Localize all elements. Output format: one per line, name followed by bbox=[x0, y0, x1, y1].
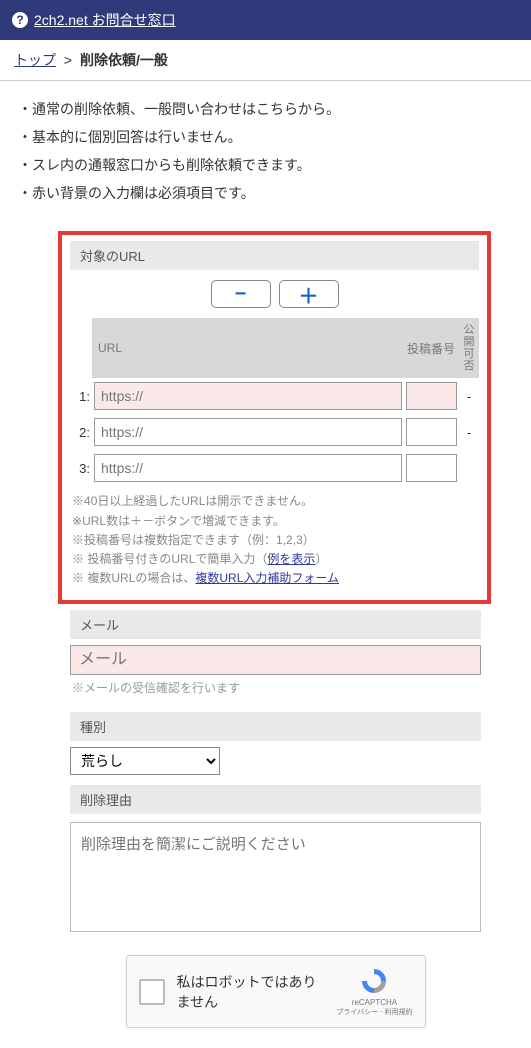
breadcrumb-current: 削除依頼/一般 bbox=[80, 52, 168, 68]
notice-item: 赤い背景の入力欄は必須項目です。 bbox=[18, 179, 513, 207]
section-label-type: 種別 bbox=[70, 712, 481, 741]
recaptcha-checkbox[interactable] bbox=[139, 979, 165, 1005]
url-input[interactable] bbox=[94, 418, 402, 446]
multi-url-helper-link[interactable]: 複数URL入力補助フォーム bbox=[195, 571, 339, 585]
table-row: 1: - bbox=[70, 378, 479, 414]
email-field[interactable] bbox=[70, 645, 481, 675]
col-postno: 投稿番号 bbox=[404, 318, 459, 378]
disclose-cell: - bbox=[459, 378, 479, 414]
hint-item: URL数は＋－ボタンで増減できます。 bbox=[72, 512, 477, 531]
row-index: 3: bbox=[70, 450, 92, 486]
mail-note: メールの受信確認を行います bbox=[70, 675, 481, 706]
postno-input[interactable] bbox=[406, 382, 457, 410]
disclose-cell: - bbox=[459, 414, 479, 450]
section-label-url: 対象のURL bbox=[70, 241, 479, 270]
disclose-cell bbox=[459, 450, 479, 486]
required-highlight-box: 対象のURL − ＋ URL 投稿番号 公開可否 1: - bbox=[58, 231, 491, 604]
url-table: URL 投稿番号 公開可否 1: - 2: - bbox=[70, 318, 479, 486]
row-index: 1: bbox=[70, 378, 92, 414]
recaptcha-icon bbox=[359, 966, 389, 996]
header-bar: ? 2ch2.net お問合せ窓口 bbox=[0, 0, 531, 40]
postno-input[interactable] bbox=[406, 418, 457, 446]
hint-item: 複数URLの場合は、複数URL入力補助フォーム bbox=[72, 569, 477, 588]
breadcrumb-sep: > bbox=[64, 52, 72, 68]
url-hints: 40日以上経過したURLは開示できません。 URL数は＋－ボタンで増減できます。… bbox=[70, 486, 479, 588]
hint-item: 40日以上経過したURLは開示できません。 bbox=[72, 492, 477, 511]
breadcrumb: トップ > 削除依頼/一般 bbox=[0, 40, 531, 81]
hint-item: 投稿番号付きのURLで簡単入力（例を表示） bbox=[72, 550, 477, 569]
section-label-mail: メール bbox=[70, 610, 481, 639]
add-row-button[interactable]: ＋ bbox=[279, 280, 339, 308]
recaptcha-logo: reCAPTCHA プライバシー - 利用規約 bbox=[336, 966, 412, 1017]
col-disclose: 公開可否 bbox=[459, 318, 479, 378]
type-select[interactable]: 荒らし bbox=[70, 747, 220, 775]
notice-list: 通常の削除依頼、一般問い合わせはこちらから。 基本的に個別回答は行いません。 ス… bbox=[0, 81, 531, 221]
section-label-reason: 削除理由 bbox=[70, 785, 481, 814]
breadcrumb-top[interactable]: トップ bbox=[14, 52, 56, 68]
help-icon: ? bbox=[12, 12, 28, 28]
postno-input[interactable] bbox=[406, 454, 457, 482]
site-title-link[interactable]: 2ch2.net お問合せ窓口 bbox=[34, 10, 176, 30]
row-index: 2: bbox=[70, 414, 92, 450]
col-url: URL bbox=[92, 318, 404, 378]
recaptcha-label: 私はロボットではありません bbox=[177, 972, 325, 1012]
table-row: 2: - bbox=[70, 414, 479, 450]
hint-item: 投稿番号は複数指定できます（例：1,2,3） bbox=[72, 531, 477, 550]
notice-item: 基本的に個別回答は行いません。 bbox=[18, 123, 513, 151]
remove-row-button[interactable]: − bbox=[211, 280, 271, 308]
table-row: 3: bbox=[70, 450, 479, 486]
notice-item: スレ内の通報窓口からも削除依頼できます。 bbox=[18, 151, 513, 179]
url-input[interactable] bbox=[94, 454, 402, 482]
notice-item: 通常の削除依頼、一般問い合わせはこちらから。 bbox=[18, 95, 513, 123]
show-example-link[interactable]: 例を表示 bbox=[267, 552, 315, 566]
reason-textarea[interactable] bbox=[70, 822, 481, 932]
url-input[interactable] bbox=[94, 382, 402, 410]
recaptcha-widget[interactable]: 私はロボットではありません reCAPTCHA プライバシー - 利用規約 bbox=[126, 955, 426, 1028]
